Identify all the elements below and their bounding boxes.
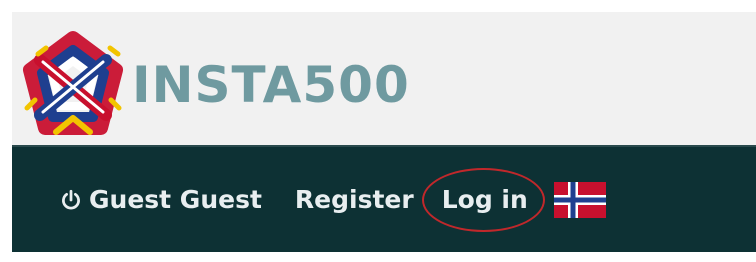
login-label: Log in [441, 185, 528, 214]
power-icon [62, 189, 80, 209]
guest-user-link[interactable]: Guest Guest [60, 185, 262, 214]
top-navigation: Guest Guest Register Log in [12, 145, 756, 252]
guest-user-label: Guest Guest [89, 185, 262, 214]
page: INSTA500 Guest Guest Register Log in [0, 0, 756, 262]
nav-items: Guest Guest Register Log in [60, 147, 606, 252]
home-logo-link[interactable]: INSTA500 [18, 30, 478, 140]
norway-flag-icon[interactable] [553, 181, 606, 218]
star-logo-icon [23, 31, 123, 135]
register-label: Register [294, 185, 414, 214]
norway-flag-icon-svg [553, 181, 606, 218]
site-header: INSTA500 [12, 12, 756, 145]
login-link[interactable]: Log in [421, 168, 545, 232]
register-link[interactable]: Register [295, 185, 414, 214]
brand-name: INSTA500 [132, 56, 410, 114]
